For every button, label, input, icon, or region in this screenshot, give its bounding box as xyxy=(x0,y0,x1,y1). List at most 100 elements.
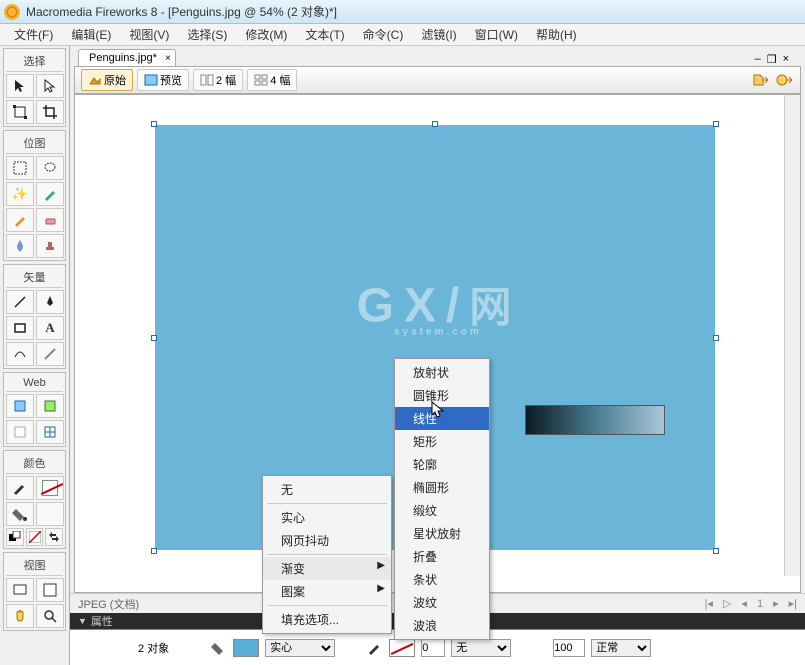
menu-item-solid[interactable]: 实心 xyxy=(263,506,391,529)
show-slices-button[interactable] xyxy=(36,420,64,444)
stroke-color-swatch[interactable] xyxy=(36,476,64,500)
selection-handle[interactable] xyxy=(151,121,157,127)
menu-file[interactable]: 文件(F) xyxy=(6,24,61,45)
menu-help[interactable]: 帮助(H) xyxy=(528,24,585,45)
marquee-tool[interactable] xyxy=(6,156,34,180)
menu-item-cone[interactable]: 圆锥形 xyxy=(395,384,489,407)
export-wizard-icon[interactable] xyxy=(750,71,770,89)
menu-item-rectangle[interactable]: 矩形 xyxy=(395,430,489,453)
menu-item-web-dither[interactable]: 网页抖动 xyxy=(263,529,391,552)
selection-handle[interactable] xyxy=(713,548,719,554)
text-tool[interactable]: A xyxy=(36,316,64,340)
view-4up-button[interactable]: 4 幅 xyxy=(247,69,297,91)
selection-handle[interactable] xyxy=(713,335,719,341)
window-title: Macromedia Fireworks 8 - [Penguins.jpg @… xyxy=(26,3,337,20)
selection-handle[interactable] xyxy=(151,335,157,341)
menu-item-satin[interactable]: 缎纹 xyxy=(395,499,489,522)
opacity-input[interactable] xyxy=(553,639,585,657)
collapse-triangle-icon[interactable]: ▼ xyxy=(78,616,87,626)
menu-select[interactable]: 选择(S) xyxy=(179,24,235,45)
menu-commands[interactable]: 命令(C) xyxy=(355,24,412,45)
frame-first-icon[interactable]: |◂ xyxy=(705,597,713,610)
standard-screen-button[interactable] xyxy=(6,578,34,602)
hand-tool[interactable] xyxy=(6,604,34,628)
rubber-stamp-tool[interactable] xyxy=(36,234,64,258)
swap-colors-button[interactable] xyxy=(45,528,63,546)
slice-tool[interactable] xyxy=(36,394,64,418)
blur-tool[interactable] xyxy=(6,234,34,258)
fill-color-swatch[interactable] xyxy=(36,502,64,526)
menu-item-pattern[interactable]: 图案▶ xyxy=(263,580,391,603)
menu-item-contour[interactable]: 轮廓 xyxy=(395,453,489,476)
view-2up-button[interactable]: 2 幅 xyxy=(193,69,243,91)
stroke-swatch[interactable] xyxy=(389,639,415,657)
gradient-rectangle-object[interactable] xyxy=(525,405,665,435)
stroke-width-input[interactable] xyxy=(421,639,445,657)
fill-context-menu: 无 实心 网页抖动 渐变▶ 图案▶ 填充选项... xyxy=(262,475,392,634)
pen-tool[interactable] xyxy=(36,290,64,314)
menu-item-none[interactable]: 无 xyxy=(263,478,391,501)
view-original-button[interactable]: 原始 xyxy=(81,69,133,91)
stroke-type-select[interactable]: 无 xyxy=(451,639,511,657)
default-colors-button[interactable] xyxy=(6,528,24,546)
menu-item-starburst[interactable]: 星状放射 xyxy=(395,522,489,545)
menu-view[interactable]: 视图(V) xyxy=(121,24,177,45)
stroke-tool-icon[interactable] xyxy=(367,641,383,655)
subselect-tool[interactable] xyxy=(36,74,64,98)
menu-item-radial[interactable]: 放射状 xyxy=(395,361,489,384)
menu-item-folds[interactable]: 折叠 xyxy=(395,545,489,568)
full-screen-button[interactable] xyxy=(36,578,64,602)
hotspot-tool[interactable] xyxy=(6,394,34,418)
frame-play-icon[interactable]: ▷ xyxy=(723,597,731,610)
knife-tool[interactable] xyxy=(36,342,64,366)
menu-item-ripples[interactable]: 波纹 xyxy=(395,591,489,614)
view-preview-button[interactable]: 预览 xyxy=(137,69,189,91)
frame-prev-icon[interactable]: ◂ xyxy=(741,597,747,610)
menu-item-bars[interactable]: 条状 xyxy=(395,568,489,591)
fill-type-select[interactable]: 实心 xyxy=(265,639,335,657)
menu-edit[interactable]: 编辑(E) xyxy=(63,24,119,45)
fill-color-picker[interactable] xyxy=(6,502,34,526)
selection-handle[interactable] xyxy=(432,121,438,127)
magic-wand-tool[interactable]: ✨ xyxy=(6,182,34,206)
line-tool[interactable] xyxy=(6,290,34,314)
blend-mode-select[interactable]: 正常 xyxy=(591,639,651,657)
rectangle-tool[interactable] xyxy=(6,316,34,340)
quick-export-icon[interactable] xyxy=(774,71,794,89)
menu-item-gradient[interactable]: 渐变▶ xyxy=(263,557,391,580)
crop-tool[interactable] xyxy=(36,100,64,124)
frame-next-icon[interactable]: ▸ xyxy=(773,597,779,610)
selection-handle[interactable] xyxy=(151,548,157,554)
freeform-tool[interactable] xyxy=(6,342,34,366)
hide-slices-button[interactable] xyxy=(6,420,34,444)
scale-tool[interactable] xyxy=(6,100,34,124)
frame-last-icon[interactable]: ▸| xyxy=(789,597,797,610)
no-color-button[interactable] xyxy=(26,528,44,546)
lasso-tool[interactable] xyxy=(36,156,64,180)
pencil-tool[interactable] xyxy=(6,208,34,232)
pointer-tool[interactable] xyxy=(6,74,34,98)
doc-restore-icon[interactable]: ❐ xyxy=(767,53,777,66)
menu-filters[interactable]: 滤镜(I) xyxy=(413,24,464,45)
fill-tool-icon[interactable] xyxy=(211,641,227,655)
menu-window[interactable]: 窗口(W) xyxy=(467,24,526,45)
eraser-tool[interactable] xyxy=(36,208,64,232)
vertical-scrollbar[interactable] xyxy=(784,95,800,576)
fill-swatch[interactable] xyxy=(233,639,259,657)
menu-item-ellipse[interactable]: 椭圆形 xyxy=(395,476,489,499)
menu-text[interactable]: 文本(T) xyxy=(297,24,352,45)
selection-handle[interactable] xyxy=(713,121,719,127)
menu-item-waves[interactable]: 波浪 xyxy=(395,614,489,637)
doc-close-icon[interactable]: × xyxy=(783,53,789,66)
zoom-tool[interactable] xyxy=(36,604,64,628)
menu-item-fill-options[interactable]: 填充选项... xyxy=(263,608,391,631)
doc-minimize-icon[interactable]: – xyxy=(755,53,761,66)
close-tab-icon[interactable]: × xyxy=(165,53,171,64)
document-format-label: JPEG (文档) xyxy=(78,596,139,612)
document-tab[interactable]: Penguins.jpg* × xyxy=(78,49,176,66)
stroke-color-picker[interactable] xyxy=(6,476,34,500)
menu-item-linear[interactable]: 线性 xyxy=(395,407,489,430)
brush-tool[interactable] xyxy=(36,182,64,206)
menu-modify[interactable]: 修改(M) xyxy=(237,24,295,45)
toolbox-view-header: 视图 xyxy=(6,555,63,576)
